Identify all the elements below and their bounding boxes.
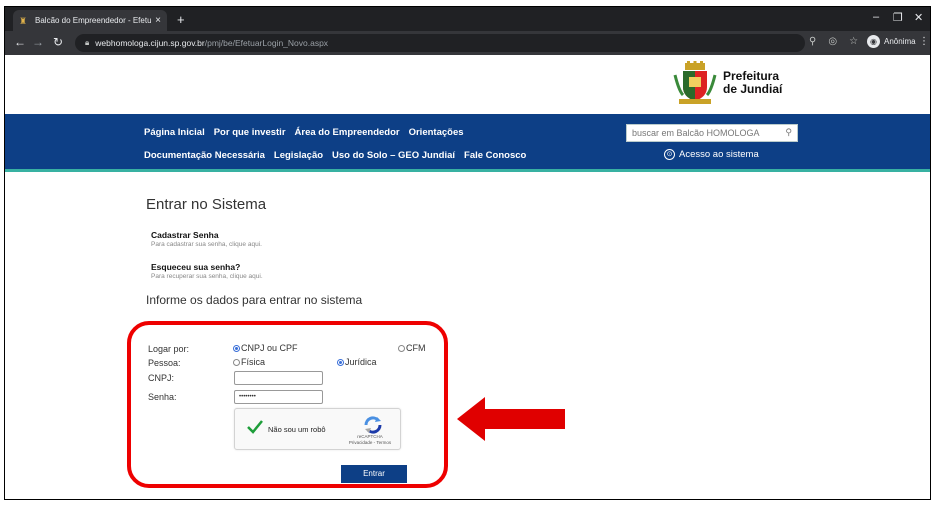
navbar-accent-stripe (5, 169, 930, 172)
address-bar[interactable]: 🔒︎ webhomologa.cijun.sp.gov.br /pmj/be/E… (75, 34, 805, 52)
new-tab-button[interactable]: + (177, 12, 185, 27)
site-favicon-icon: ♜ (19, 15, 28, 26)
logo-text: Prefeitura de Jundiaí (723, 70, 782, 96)
browser-tab[interactable]: ♜ Balcão do Empreendedor - Efetu × (13, 10, 167, 31)
tab-bar: ♜ Balcão do Empreendedor - Efetu × + – ❐… (5, 7, 930, 31)
nav-link-entrepreneur-area[interactable]: Área do Empreendedor (295, 127, 400, 138)
menu-icon[interactable]: ⋮ (919, 36, 929, 47)
register-password-link[interactable]: Cadastrar Senha (151, 230, 219, 240)
logo-line2: de Jundiaí (723, 82, 783, 96)
tab-title: Balcão do Empreendedor - Efetu (35, 16, 152, 25)
incognito-icon: ◉ (867, 35, 880, 48)
nav-menu-row2: Documentação Necessária Legislação Uso d… (144, 150, 526, 161)
url-path: /pmj/be/EfetuarLogin_Novo.aspx (204, 38, 329, 48)
site-search-input[interactable]: buscar em Balcão HOMOLOGA ⚲ (626, 124, 798, 142)
access-label: Acesso ao sistema (679, 149, 759, 160)
site-logo[interactable]: Prefeitura de Jundiaí (673, 61, 782, 105)
forward-icon[interactable]: → (29, 35, 47, 49)
close-tab-icon[interactable]: × (155, 15, 161, 26)
close-window-icon[interactable]: ✕ (914, 11, 923, 24)
nav-link-land-use[interactable]: Uso do Solo – GEO Jundiaí (332, 150, 455, 161)
zoom-icon[interactable]: ⚲ (809, 36, 816, 47)
register-password-hint[interactable]: Para cadastrar sua senha, clique aqui. (151, 241, 262, 248)
address-icons: ⚲ ◎ ☆ (809, 36, 858, 47)
nav-menu-row1: Página Inicial Por que investir Área do … (144, 127, 464, 138)
browser-window: ♜ Balcão do Empreendedor - Efetu × + – ❐… (4, 6, 931, 500)
star-icon[interactable]: ☆ (849, 36, 858, 47)
nav-link-why-invest[interactable]: Por que investir (214, 127, 286, 138)
system-access-link[interactable]: ⊙ Acesso ao sistema (664, 149, 759, 160)
form-heading: Informe os dados para entrar no sistema (146, 293, 363, 307)
profile-button[interactable]: ◉ Anônima (867, 35, 916, 48)
url-host: webhomologa.cijun.sp.gov.br (95, 38, 205, 48)
maximize-icon[interactable]: ❐ (893, 11, 903, 24)
forgot-password-hint[interactable]: Para recuperar sua senha, clique aqui. (151, 273, 263, 280)
nav-link-documentation[interactable]: Documentação Necessária (144, 150, 265, 161)
nav-link-guidelines[interactable]: Orientações (409, 127, 464, 138)
profile-name: Anônima (884, 37, 916, 46)
search-icon[interactable]: ⚲ (785, 127, 792, 138)
search-placeholder: buscar em Balcão HOMOLOGA (632, 128, 760, 138)
lock-icon: 🔒︎ (85, 38, 90, 47)
highlight-box (127, 321, 448, 488)
page-title: Entrar no Sistema (146, 196, 267, 213)
minimize-icon[interactable]: – (873, 11, 879, 23)
main-navbar: Página Inicial Por que investir Área do … (5, 114, 930, 172)
nav-link-legislation[interactable]: Legislação (274, 150, 323, 161)
lock-circle-icon: ⊙ (664, 149, 675, 160)
back-icon[interactable]: ← (11, 35, 29, 49)
nav-link-contact[interactable]: Fale Conosco (464, 150, 526, 161)
reload-icon[interactable]: ↻ (49, 35, 67, 49)
address-row: ← → ↻ 🔒︎ webhomologa.cijun.sp.gov.br /pm… (5, 31, 930, 55)
forgot-password-link[interactable]: Esqueceu sua senha? (151, 262, 240, 272)
tracking-icon[interactable]: ◎ (828, 36, 837, 47)
nav-link-home[interactable]: Página Inicial (144, 127, 205, 138)
pointing-arrow-icon (457, 397, 565, 441)
coat-of-arms-icon (673, 61, 717, 104)
